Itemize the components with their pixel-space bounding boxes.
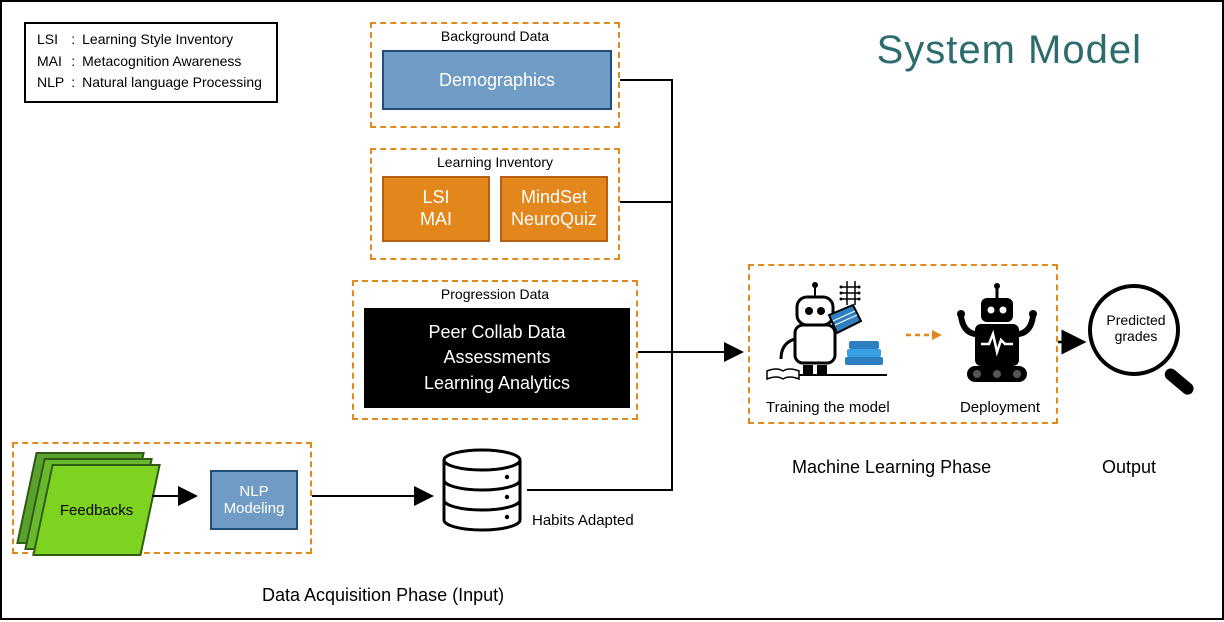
connector-lines [2, 2, 1224, 622]
diagram-canvas: System Model LSI:Learning Style Inventor… [0, 0, 1224, 620]
